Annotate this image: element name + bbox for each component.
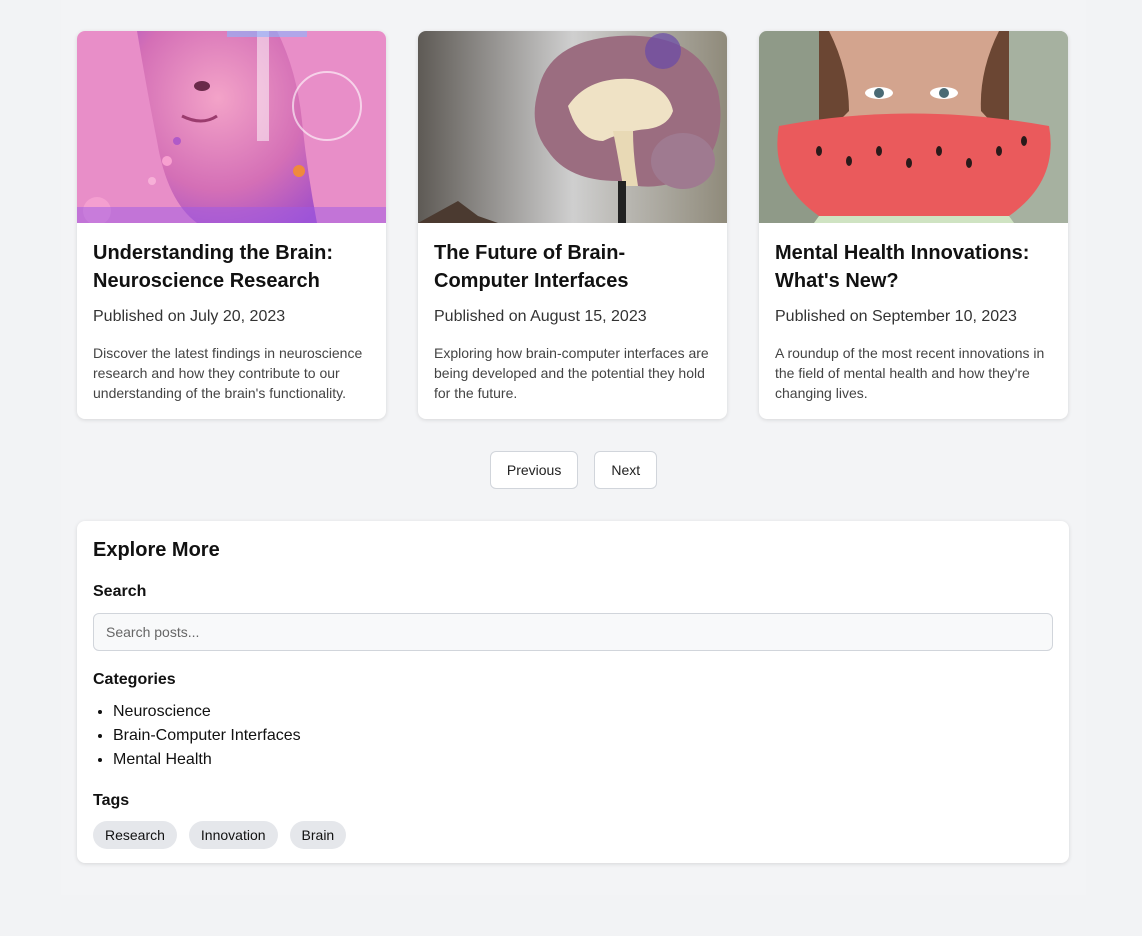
panel-title: Explore More (93, 539, 220, 561)
post-image-watermelon-smile[interactable] (759, 31, 1068, 223)
post-title[interactable]: Understanding the Brain: Neuroscience Re… (93, 239, 370, 295)
post-description: A roundup of the most recent innovations… (775, 345, 1045, 401)
category-item[interactable]: Mental Health (113, 748, 1053, 772)
brain-model-photo (418, 31, 727, 223)
category-item[interactable]: Neuroscience (113, 700, 1053, 724)
post-title[interactable]: The Future of Brain-Computer Interfaces (434, 239, 711, 295)
category-list: Neuroscience Brain-Computer Interfaces M… (93, 700, 1053, 772)
next-button[interactable]: Next (594, 451, 658, 489)
explore-panel: Explore More Search Categories Neuroscie… (77, 521, 1069, 863)
tag-chip[interactable]: Brain (289, 821, 347, 849)
post-image-digital-face[interactable] (77, 31, 386, 223)
post-date: Published on September 10, 2023 (775, 308, 1017, 325)
post-card[interactable]: Mental Health Innovations: What's New? P… (759, 31, 1068, 419)
main-container: Understanding the Brain: Neuroscience Re… (61, 0, 1086, 895)
pagination: Previous Next (61, 451, 1086, 489)
tags-label: Tags (93, 792, 130, 809)
post-description: Discover the latest findings in neurosci… (93, 345, 363, 401)
digital-face-illustration (77, 31, 386, 223)
categories-label: Categories (93, 671, 176, 688)
post-title[interactable]: Mental Health Innovations: What's New? (775, 239, 1052, 295)
post-image-brain-model[interactable] (418, 31, 727, 223)
watermelon-photo (759, 31, 1068, 223)
search-input[interactable] (93, 613, 1053, 651)
tag-chip[interactable]: Research (93, 821, 177, 849)
previous-button[interactable]: Previous (489, 451, 579, 489)
post-description: Exploring how brain-computer interfaces … (434, 345, 709, 401)
tag-list: Research Innovation Brain (93, 821, 1053, 849)
search-label: Search (93, 583, 147, 600)
post-date: Published on August 15, 2023 (434, 308, 647, 325)
post-card[interactable]: The Future of Brain-Computer Interfaces … (418, 31, 727, 419)
post-card-list: Understanding the Brain: Neuroscience Re… (77, 31, 1068, 419)
tag-chip[interactable]: Innovation (188, 821, 278, 849)
post-card[interactable]: Understanding the Brain: Neuroscience Re… (77, 31, 386, 419)
category-item[interactable]: Brain-Computer Interfaces (113, 724, 1053, 748)
post-date: Published on July 20, 2023 (93, 308, 286, 325)
